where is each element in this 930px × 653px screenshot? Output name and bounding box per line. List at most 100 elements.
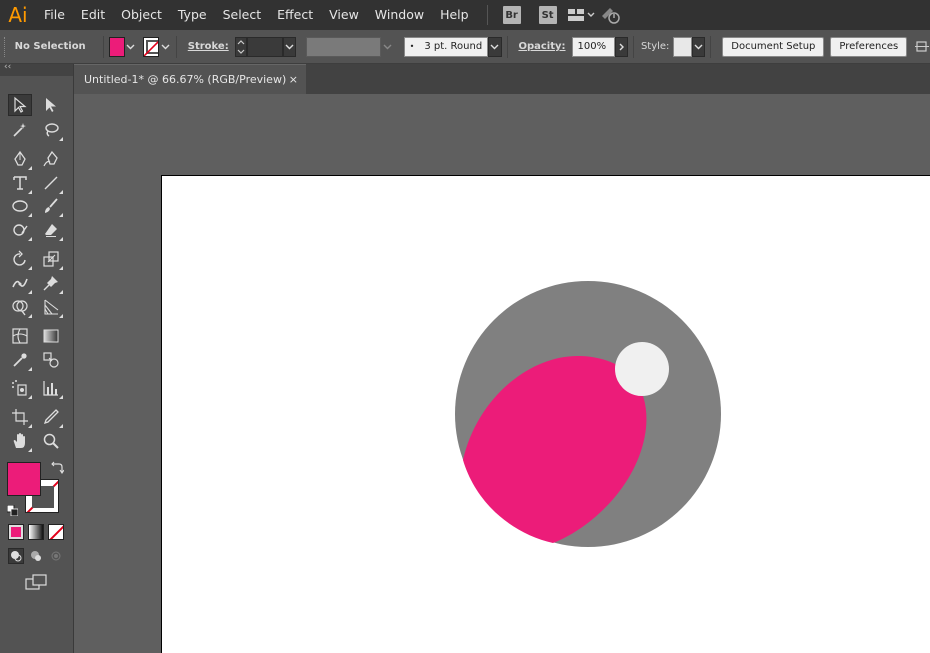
change-screen-mode-button[interactable] bbox=[24, 573, 48, 591]
canvas-area[interactable] bbox=[74, 94, 930, 653]
style-dropdown-chevron-icon[interactable] bbox=[692, 36, 706, 57]
shape-builder-tool[interactable] bbox=[8, 296, 32, 318]
document-setup-button[interactable]: Document Setup bbox=[722, 36, 825, 57]
type-tool[interactable] bbox=[8, 172, 32, 194]
puppet-warp-tool[interactable] bbox=[39, 272, 63, 294]
brush-dropdown-chevron-icon[interactable] bbox=[488, 36, 502, 57]
artboard[interactable] bbox=[161, 175, 930, 653]
scale-tool[interactable] bbox=[39, 248, 63, 270]
fill-swatch[interactable] bbox=[108, 36, 126, 57]
symbol-sprayer-tool[interactable] bbox=[8, 377, 32, 399]
bridge-button[interactable]: Br bbox=[502, 6, 521, 24]
draw-behind-button[interactable] bbox=[28, 548, 44, 564]
pen-tool[interactable] bbox=[8, 148, 32, 170]
menu-separator bbox=[486, 5, 488, 25]
ellipse-tool[interactable] bbox=[8, 195, 32, 217]
direct-selection-tool[interactable] bbox=[39, 94, 63, 116]
width-tool[interactable] bbox=[8, 272, 32, 294]
magic-wand-tool[interactable] bbox=[8, 119, 32, 141]
variable-width-dropdown-chevron-icon[interactable] bbox=[380, 36, 394, 57]
opacity-dropdown-chevron-icon[interactable] bbox=[614, 36, 629, 57]
stroke-swatch[interactable] bbox=[142, 36, 160, 57]
app-logo: Ai bbox=[8, 3, 28, 27]
rotate-tool[interactable] bbox=[8, 248, 32, 270]
tool-group-indicator bbox=[28, 190, 32, 194]
white-highlight-circle[interactable] bbox=[615, 342, 669, 396]
document-tab[interactable]: Untitled-1* @ 66.67% (RGB/Preview) × bbox=[74, 64, 306, 94]
pen-nib-icon bbox=[14, 150, 26, 166]
magnifier-icon bbox=[43, 433, 59, 449]
tool-group-indicator bbox=[59, 137, 63, 141]
fill-indicator[interactable] bbox=[7, 462, 41, 496]
stroke-label[interactable]: Stroke: bbox=[182, 41, 235, 52]
slice-tool[interactable] bbox=[39, 406, 63, 428]
shaper-tool[interactable] bbox=[8, 219, 32, 241]
tools-panel: ‹‹ bbox=[0, 62, 74, 653]
align-icon[interactable] bbox=[915, 37, 930, 57]
tool-group-indicator bbox=[28, 424, 32, 428]
preferences-button[interactable]: Preferences bbox=[830, 36, 908, 57]
menu-type[interactable]: Type bbox=[170, 0, 215, 30]
swap-fill-stroke-icon[interactable] bbox=[50, 460, 65, 474]
perspective-grid-icon bbox=[44, 299, 59, 315]
brush-definition-field[interactable]: • 3 pt. Round bbox=[403, 36, 489, 57]
draw-inside-button[interactable] bbox=[48, 548, 64, 564]
menu-object[interactable]: Object bbox=[113, 0, 170, 30]
eraser-tool[interactable] bbox=[39, 219, 63, 241]
opacity-field[interactable]: 100% bbox=[571, 36, 615, 57]
menu-view[interactable]: View bbox=[321, 0, 367, 30]
mesh-tool[interactable] bbox=[8, 325, 32, 347]
menu-window[interactable]: Window bbox=[367, 0, 432, 30]
artboard-tool[interactable] bbox=[8, 406, 32, 428]
gpu-performance-icon[interactable] bbox=[596, 0, 626, 30]
none-slash-icon bbox=[49, 525, 63, 539]
draw-behind-icon bbox=[31, 551, 41, 561]
paintbrush-tool[interactable] bbox=[39, 195, 63, 217]
selection-tool[interactable] bbox=[8, 94, 32, 116]
zoom-tool[interactable] bbox=[39, 430, 63, 452]
paintbrush-icon bbox=[45, 198, 58, 213]
perspective-grid-tool[interactable] bbox=[39, 296, 63, 318]
opacity-label[interactable]: Opacity: bbox=[512, 41, 571, 52]
default-fill-stroke-icon[interactable] bbox=[6, 501, 19, 517]
graphic-style-swatch[interactable] bbox=[673, 36, 692, 57]
tool-group-indicator bbox=[28, 166, 32, 170]
menu-edit[interactable]: Edit bbox=[73, 0, 113, 30]
selection-arrow-icon bbox=[14, 96, 27, 113]
column-graph-tool[interactable] bbox=[39, 377, 63, 399]
arrange-documents-icon[interactable] bbox=[566, 0, 596, 30]
color-mode-button[interactable] bbox=[8, 524, 24, 540]
stroke-dropdown-chevron-icon[interactable] bbox=[159, 37, 170, 57]
stroke-weight-field[interactable] bbox=[246, 36, 283, 57]
variable-width-profile[interactable] bbox=[306, 36, 381, 57]
width-icon bbox=[12, 278, 28, 288]
eyedropper-tool[interactable] bbox=[8, 349, 32, 371]
gradient-mode-button[interactable] bbox=[28, 524, 44, 540]
menu-effect[interactable]: Effect bbox=[269, 0, 321, 30]
line-segment-icon bbox=[44, 176, 58, 190]
color-swatch-icon bbox=[11, 527, 21, 537]
lasso-tool[interactable] bbox=[39, 119, 63, 141]
menu-help[interactable]: Help bbox=[432, 0, 477, 30]
fill-dropdown-chevron-icon[interactable] bbox=[125, 37, 136, 57]
stroke-weight-dropdown-chevron-icon[interactable] bbox=[282, 36, 297, 57]
line-segment-tool[interactable] bbox=[39, 172, 63, 194]
stroke-weight-spinner[interactable] bbox=[234, 36, 247, 57]
tool-group-indicator bbox=[59, 237, 63, 241]
none-mode-button[interactable] bbox=[48, 524, 64, 540]
tools-panel-header[interactable]: ‹‹ bbox=[0, 62, 73, 76]
symbol-sprayer-icon bbox=[12, 380, 27, 396]
pushpin-icon bbox=[43, 276, 58, 291]
menu-select[interactable]: Select bbox=[215, 0, 270, 30]
collapse-panel-icon[interactable]: ‹‹ bbox=[4, 62, 11, 72]
stock-button[interactable]: St bbox=[538, 6, 557, 24]
close-icon[interactable]: × bbox=[289, 73, 298, 86]
draw-normal-button[interactable] bbox=[8, 548, 24, 564]
curvature-tool[interactable] bbox=[39, 148, 63, 170]
hand-tool[interactable] bbox=[8, 430, 32, 452]
tool-group-indicator bbox=[59, 395, 63, 399]
shaper-icon bbox=[13, 224, 28, 236]
menu-file[interactable]: File bbox=[36, 0, 73, 30]
blend-tool[interactable] bbox=[39, 349, 63, 371]
gradient-tool[interactable] bbox=[39, 325, 63, 347]
